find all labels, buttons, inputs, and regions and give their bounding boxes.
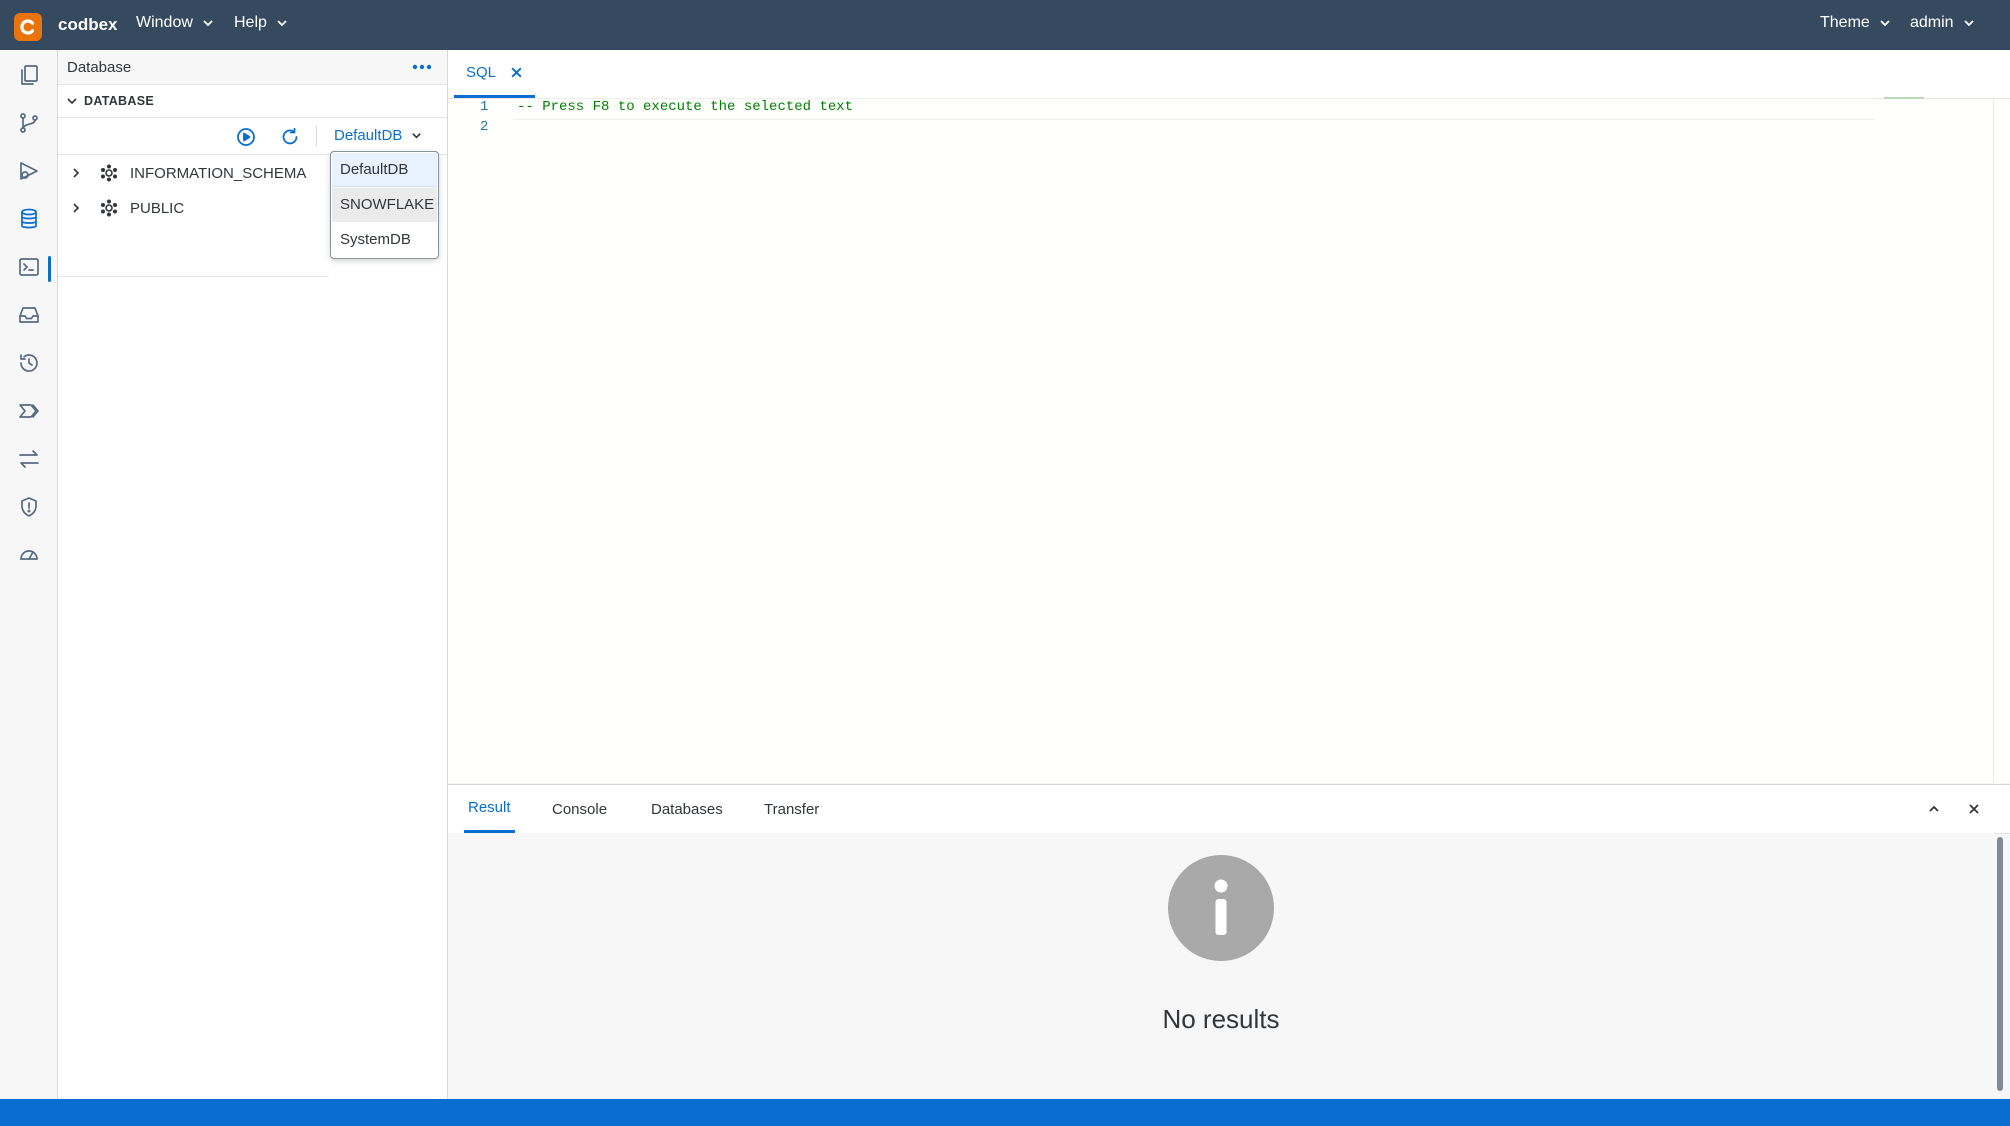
database-select-value: DefaultDB	[334, 127, 403, 144]
git-icon[interactable]	[14, 108, 44, 138]
bottom-tab-bar: Result Console Databases Transfer	[448, 784, 2010, 834]
tab-label: SQL	[466, 64, 497, 81]
sql-editor[interactable]	[448, 99, 1993, 783]
projects-icon[interactable]	[14, 60, 44, 90]
code-line[interactable]: -- Press F8 to execute the selected text	[517, 99, 853, 115]
inbox-icon[interactable]	[14, 300, 44, 330]
active-indicator	[48, 256, 51, 282]
activity-bar	[0, 50, 58, 1099]
database-dropdown: DefaultDB SNOWFLAKE SystemDB	[330, 151, 439, 259]
chevron-right-icon[interactable]	[70, 202, 82, 214]
tab-databases[interactable]: Databases	[647, 785, 727, 833]
refresh-icon[interactable]	[278, 125, 302, 149]
brand-name: codbex	[58, 15, 118, 34]
line-number: 1	[480, 99, 489, 115]
close-icon[interactable]	[510, 66, 523, 79]
chevron-down-icon	[1963, 20, 1974, 27]
pipeline-icon[interactable]	[14, 396, 44, 426]
schema-icon	[101, 199, 117, 217]
help-menu-label: Help	[234, 14, 267, 31]
security-icon[interactable]	[14, 492, 44, 522]
result-scrollbar[interactable]	[1997, 837, 2003, 1091]
tree-divider	[58, 276, 329, 277]
database-section-header[interactable]: DATABASE	[58, 85, 447, 118]
deploy-icon[interactable]	[14, 156, 44, 186]
schema-icon	[101, 164, 117, 182]
top-header: codbex Window Help Theme admin	[0, 0, 2010, 50]
close-panel-icon[interactable]	[1962, 797, 1986, 821]
chevron-down-icon	[67, 98, 77, 105]
editor-tab-bar: SQL	[448, 50, 2010, 99]
info-icon	[1168, 855, 1274, 961]
transfer-icon[interactable]	[14, 444, 44, 474]
tab-transfer[interactable]: Transfer	[760, 785, 823, 833]
line-number: 2	[480, 119, 489, 135]
chevron-down-icon	[203, 20, 213, 27]
codbex-logo-icon[interactable]	[14, 13, 42, 41]
chevron-down-icon	[277, 20, 287, 27]
theme-menu-label: Theme	[1820, 14, 1870, 31]
section-label: DATABASE	[84, 94, 154, 108]
toolbar-separator	[316, 126, 317, 146]
user-menu-label: admin	[1910, 14, 1954, 31]
window-menu[interactable]: Window	[136, 14, 215, 32]
status-bar	[0, 1099, 2010, 1126]
chevron-down-icon	[412, 133, 422, 139]
run-icon[interactable]	[234, 125, 258, 149]
tab-result[interactable]: Result	[464, 785, 515, 833]
chevron-down-icon	[1880, 20, 1890, 27]
dropdown-option-defaultdb[interactable]: DefaultDB	[332, 153, 437, 187]
dropdown-option-systemdb[interactable]: SystemDB	[332, 223, 437, 257]
terminal-icon[interactable]	[14, 252, 44, 282]
window-menu-label: Window	[136, 14, 193, 31]
editor-minimap[interactable]	[1993, 99, 2010, 783]
panel-header: Database	[58, 50, 447, 85]
tab-console[interactable]: Console	[548, 785, 611, 833]
more-options-icon[interactable]	[410, 56, 434, 78]
tree-item-label: PUBLIC	[130, 200, 185, 217]
panel-toolbar: DefaultDB	[58, 118, 447, 155]
chevron-right-icon[interactable]	[70, 167, 82, 179]
minimap-line	[1884, 97, 1924, 99]
database-icon[interactable]	[14, 204, 44, 234]
database-select[interactable]: DefaultDB	[334, 127, 423, 144]
history-icon[interactable]	[14, 348, 44, 378]
tab-sql[interactable]: SQL	[454, 50, 536, 98]
monitor-icon[interactable]	[14, 540, 44, 570]
help-menu[interactable]: Help	[234, 14, 289, 32]
empty-state-message: No results	[1162, 1004, 1280, 1034]
theme-menu[interactable]: Theme	[1820, 14, 1892, 32]
panel-title: Database	[67, 59, 132, 76]
maximize-panel-icon[interactable]	[1922, 797, 1946, 821]
user-menu[interactable]: admin	[1910, 14, 1976, 32]
tree-item-label: INFORMATION_SCHEMA	[130, 165, 307, 182]
dropdown-option-snowflake[interactable]: SNOWFLAKE	[332, 188, 437, 222]
